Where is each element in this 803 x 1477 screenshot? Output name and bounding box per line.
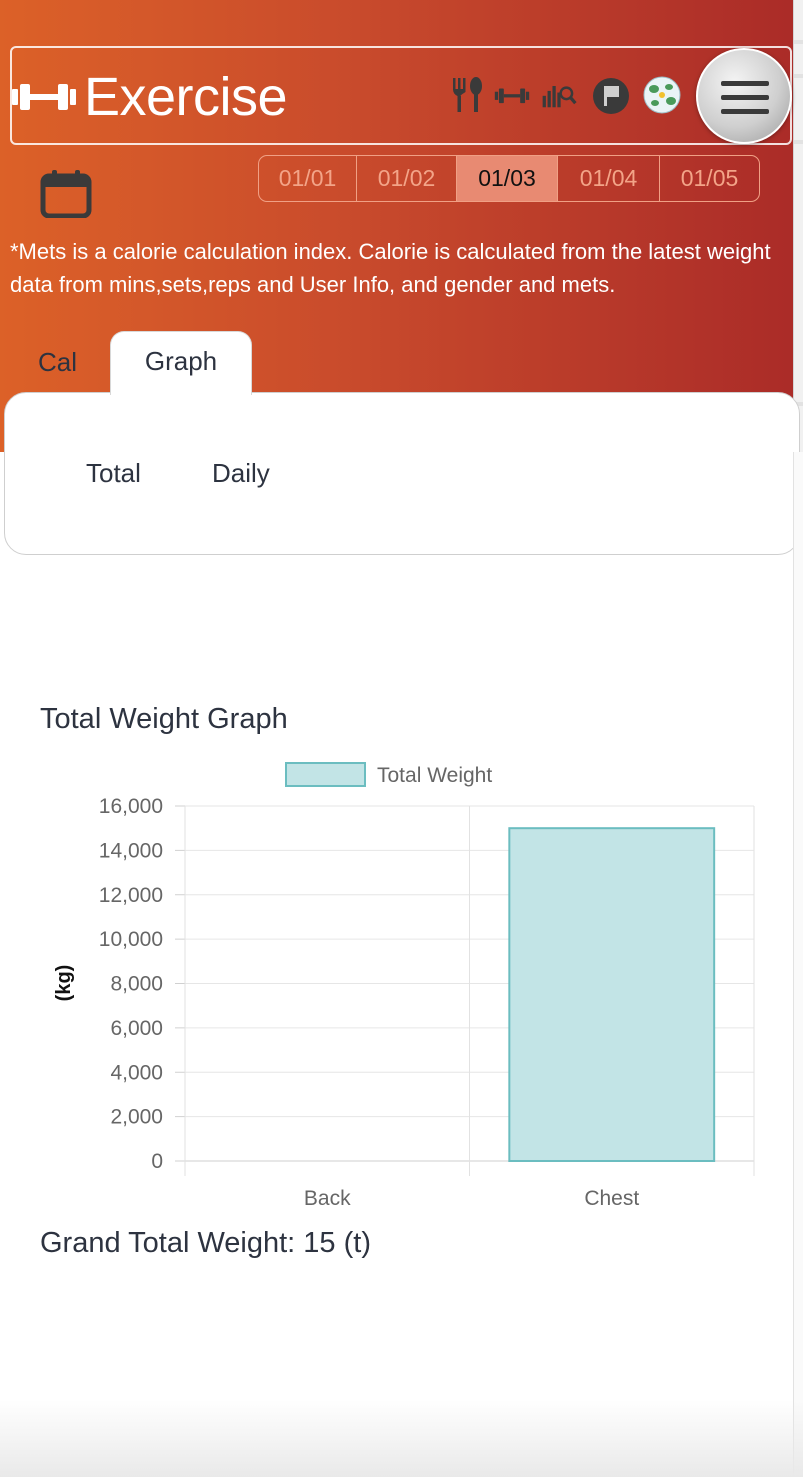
y-tick-label: 0 [151, 1150, 163, 1173]
page-title: Exercise [84, 67, 288, 127]
tab-cal[interactable]: Cal [10, 333, 105, 391]
stats-icon[interactable] [541, 76, 577, 114]
legend-swatch [285, 762, 366, 787]
y-tick-label: 4,000 [110, 1061, 163, 1084]
calendar-icon[interactable] [40, 168, 92, 218]
chart-heading: Total Weight Graph [40, 703, 288, 735]
exercise-icon[interactable] [494, 76, 530, 114]
flag-icon[interactable] [590, 76, 632, 114]
y-tick-label: 10,000 [99, 928, 163, 951]
mets-note: *Mets is a calorie calculation index. Ca… [10, 239, 771, 297]
dumbbell-icon [12, 84, 76, 110]
date-tab[interactable]: 01/04 [558, 156, 660, 201]
bottom-shadow [0, 1400, 803, 1477]
date-tab[interactable]: 01/01 [259, 156, 357, 201]
total-weight-chart: 0 2,000 4,000 6,000 8,000 10,000 12,000 14,000 1… [53, 762, 755, 1210]
y-tick-label: 12,000 [99, 884, 163, 907]
y-tick-label: 6,000 [110, 1017, 163, 1040]
date-selector: 01/01 01/02 01/03 01/04 01/05 [258, 155, 760, 202]
y-axis-label: (kg) [53, 965, 75, 1002]
bar [508, 827, 716, 1162]
tab-graph[interactable]: Graph [110, 331, 252, 395]
sub-tab-daily[interactable]: Daily [212, 458, 270, 489]
y-tick-label: 8,000 [110, 973, 163, 996]
menu-button[interactable] [696, 48, 792, 144]
y-tick-label: 2,000 [110, 1106, 163, 1129]
date-tab[interactable]: 01/02 [357, 156, 457, 201]
legend-label: Total Weight [377, 764, 492, 787]
y-tick-label: 16,000 [99, 795, 163, 818]
x-tick-label: Chest [584, 1187, 639, 1210]
date-tab[interactable]: 01/05 [660, 156, 759, 201]
y-tick-label: 14,000 [99, 839, 163, 862]
grand-total: Grand Total Weight: 15 (t) [40, 1227, 371, 1259]
date-tab-active[interactable]: 01/03 [457, 156, 558, 201]
meal-icon[interactable] [450, 76, 486, 114]
window-edge [793, 0, 803, 452]
scrollbar-track[interactable] [793, 452, 803, 1477]
sub-tab-total[interactable]: Total [86, 458, 141, 489]
globe-icon[interactable] [642, 76, 682, 114]
x-tick-label: Back [304, 1187, 351, 1210]
